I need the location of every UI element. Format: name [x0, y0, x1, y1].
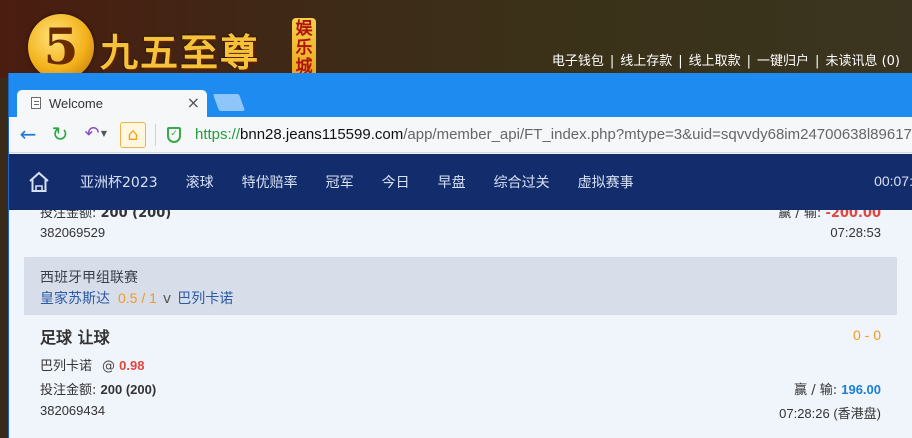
- stake-value: 200 (200): [100, 382, 157, 397]
- match-score: 0 - 0: [852, 327, 881, 343]
- winloss-value: 196.00: [841, 382, 881, 397]
- link-one-click-transfer[interactable]: 一键归户: [757, 54, 809, 69]
- page-icon: [31, 97, 41, 109]
- nav-in-play[interactable]: 滚球: [186, 172, 214, 192]
- bet-time: 07:28:26 (香港盘): [779, 406, 881, 421]
- link-online-withdraw[interactable]: 线上取款: [689, 54, 741, 69]
- close-icon[interactable]: ×: [187, 93, 200, 112]
- stake-label: 投注金额:: [40, 210, 101, 221]
- stake-label: 投注金额:: [40, 383, 101, 398]
- tab-welcome[interactable]: Welcome ×: [17, 90, 207, 117]
- url-path: /app/member_api/FT_index.php?mtype=3&uid…: [403, 126, 912, 143]
- new-tab-button[interactable]: [212, 94, 246, 111]
- browser-window: Welcome × ← ↻ ↶ ▼ ⌂ ✓ https://bnn28.jean…: [8, 73, 912, 438]
- prev-bet-time: 07:28:53: [830, 225, 881, 240]
- winloss-value: -200.00: [825, 210, 881, 221]
- nav-early-market[interactable]: 早盘: [438, 172, 466, 192]
- winloss-label: 赢 / 输:: [778, 210, 826, 221]
- nav-outright[interactable]: 冠军: [326, 172, 354, 192]
- ticket-id: 382069434: [40, 403, 106, 418]
- clock: 00:07:: [874, 173, 912, 189]
- nav-best-odds[interactable]: 特优赔率: [242, 172, 298, 192]
- bet-winloss: 赢 / 输: 196.00: [794, 379, 881, 398]
- prev-ticket-id: 382069529: [40, 225, 106, 240]
- url-host: bnn28.jeans115599.com: [240, 126, 404, 143]
- nav-today[interactable]: 今日: [382, 172, 410, 192]
- site-header: 5 九五至尊 娱乐城 电子钱包 | 线上存款 | 线上取款 | 一键归户 | 未读讯息 (0): [0, 0, 912, 78]
- link-unread-messages[interactable]: 未读讯息 (0): [825, 54, 900, 69]
- home-icon[interactable]: ⌂: [120, 122, 146, 148]
- logo-mark: 5: [28, 14, 94, 78]
- tab-title: Welcome: [49, 96, 103, 111]
- nav-items: 亚洲杯2023 滚球 特优赔率 冠军 今日 早盘 综合过关 虚拟赛事: [80, 154, 662, 210]
- at-symbol: @: [102, 359, 116, 374]
- handicap-line: 0.5 / 1: [118, 290, 157, 306]
- nav-virtual-sports[interactable]: 虚拟赛事: [578, 172, 634, 192]
- url-scheme: https://: [195, 126, 241, 143]
- league-header: 西班牙甲组联赛 皇家苏斯达 0.5 / 1 v 巴列卡诺: [24, 257, 897, 315]
- home-icon[interactable]: [28, 171, 50, 193]
- top-links: 电子钱包 | 线上存款 | 线上取款 | 一键归户 | 未读讯息 (0): [551, 54, 900, 69]
- link-online-deposit[interactable]: 线上存款: [620, 54, 672, 69]
- chevron-down-icon[interactable]: ▼: [99, 123, 109, 145]
- prev-stake: 投注金额: 200 (200): [40, 210, 171, 221]
- nav-parlay[interactable]: 综合过关: [494, 172, 550, 192]
- divider: [155, 124, 156, 146]
- secure-shield-icon[interactable]: ✓: [167, 127, 181, 143]
- logo-text: 九五至尊: [100, 30, 261, 75]
- stake-value: 200 (200): [100, 210, 172, 221]
- reload-icon[interactable]: ↻: [49, 123, 71, 145]
- nav-asian-cup[interactable]: 亚洲杯2023: [80, 172, 158, 192]
- bet-pick: 巴列卡诺 @ 0.98: [40, 355, 144, 374]
- bet-stake: 投注金额: 200 (200): [40, 379, 156, 398]
- away-team: 巴列卡诺: [177, 291, 234, 307]
- url-input[interactable]: https://bnn28.jeans115599.com/app/member…: [195, 126, 912, 143]
- logo-badge: 娱乐城: [292, 18, 316, 78]
- link-e-wallet[interactable]: 电子钱包: [552, 54, 604, 69]
- bet-type-title: 足球 让球: [40, 328, 110, 347]
- tab-bar: Welcome ×: [9, 73, 912, 117]
- matchup: 皇家苏斯达 0.5 / 1 v 巴列卡诺: [40, 288, 233, 308]
- app-nav-bar: 亚洲杯2023 滚球 特优赔率 冠军 今日 早盘 综合过关 虚拟赛事 00:07…: [9, 154, 912, 210]
- league-name: 西班牙甲组联赛: [40, 270, 138, 286]
- home-team: 皇家苏斯达: [40, 291, 110, 307]
- back-arrow-icon[interactable]: ←: [17, 123, 39, 145]
- winloss-label: 赢 / 输:: [794, 383, 842, 398]
- bet-list: 投注金额: 200 (200) 赢 / 输: -200.00 382069529…: [9, 210, 912, 438]
- prev-winloss: 赢 / 输: -200.00: [778, 210, 881, 221]
- vs-label: v: [162, 291, 172, 307]
- address-bar: ← ↻ ↶ ▼ ⌂ ✓ https://bnn28.jeans115599.co…: [9, 117, 912, 153]
- pick-team: 巴列卡诺: [40, 359, 93, 374]
- odds-value: 0.98: [119, 358, 145, 373]
